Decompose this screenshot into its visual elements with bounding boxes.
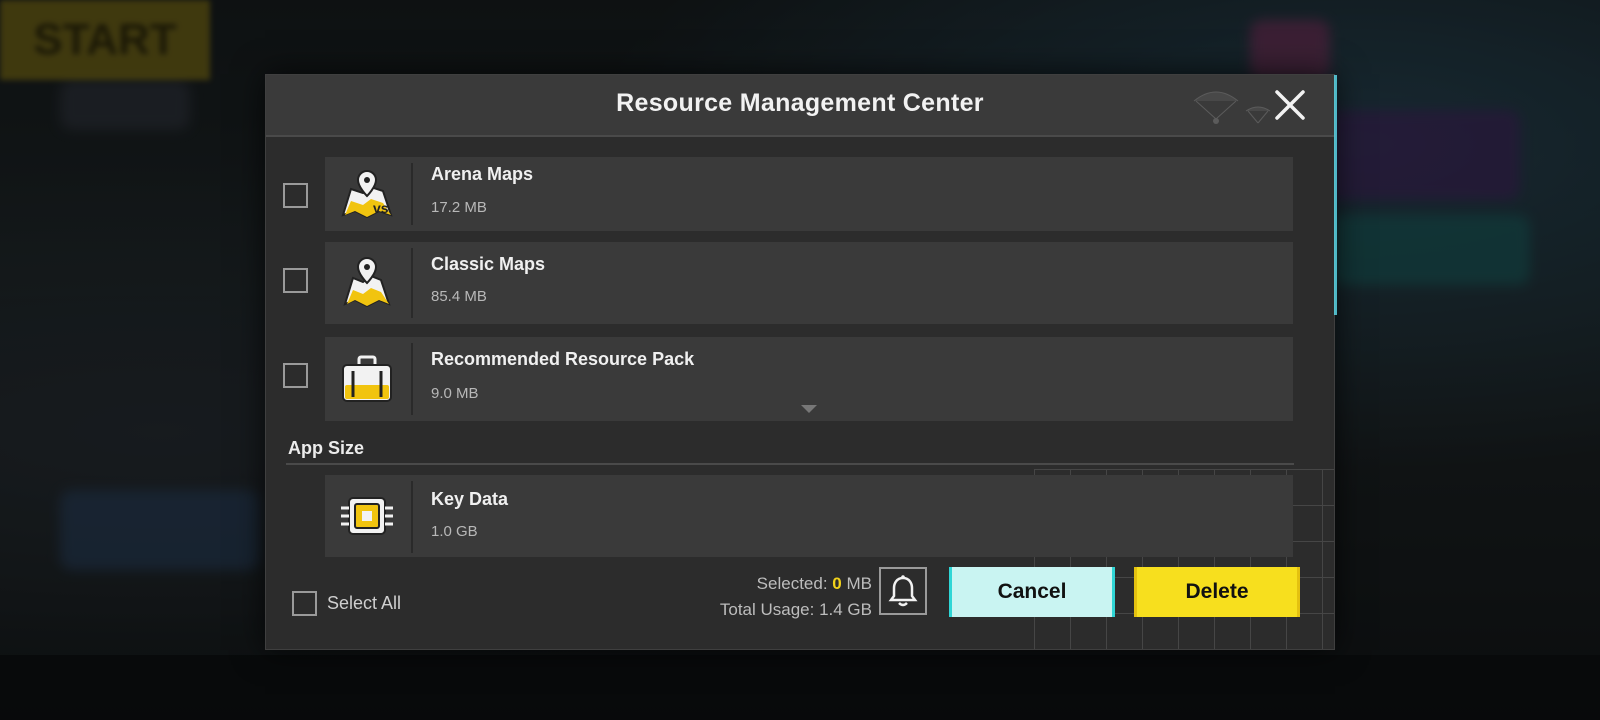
dialog-header: Resource Management Center: [266, 75, 1334, 137]
resource-size: 17.2 MB: [431, 199, 487, 216]
arena-maps-checkbox[interactable]: [283, 183, 308, 208]
selected-value: 0: [832, 574, 842, 593]
close-icon[interactable]: [1272, 87, 1308, 123]
briefcase-icon: [342, 355, 392, 402]
resource-card[interactable]: vs Arena Maps 17.2 MB: [325, 157, 1293, 231]
card-separator: [411, 481, 413, 553]
arena-map-icon: vs: [341, 169, 393, 219]
resource-size: 1.0 GB: [431, 523, 478, 540]
chip-icon: [341, 497, 393, 535]
resource-row-arena-maps: vs Arena Maps 17.2 MB: [266, 157, 1334, 237]
resource-management-dialog: Resource Management Center vs Arena Maps: [265, 74, 1337, 650]
scroll-down-indicator-icon: [801, 405, 817, 413]
notification-button[interactable]: [879, 567, 927, 615]
dialog-title: Resource Management Center: [616, 89, 984, 117]
bell-icon: [888, 575, 918, 607]
resource-size: 85.4 MB: [431, 288, 487, 305]
dialog-edge-accent: [1334, 75, 1337, 315]
selected-line: Selected: 0 MB: [686, 571, 872, 597]
select-all-checkbox[interactable]: [292, 591, 317, 616]
resource-name: Key Data: [431, 489, 509, 509]
resource-row-recommended-pack: Recommended Resource Pack 9.0 MB: [266, 337, 1334, 421]
resource-name: Recommended Resource Pack: [431, 349, 695, 369]
cancel-button[interactable]: Cancel: [949, 567, 1115, 617]
key-data-row: Key Data 1.0 GB: [266, 475, 1334, 557]
resource-size: 9.0 MB: [431, 385, 479, 402]
delete-button[interactable]: Delete: [1134, 567, 1300, 617]
select-all-label[interactable]: Select All: [327, 593, 401, 614]
resource-card: Key Data 1.0 GB: [325, 475, 1293, 557]
usage-stats: Selected: 0 MB Total Usage: 1.4 GB: [686, 571, 872, 623]
total-usage: Total Usage: 1.4 GB: [719, 600, 872, 619]
selected-label: Selected:: [756, 574, 828, 593]
classic-maps-checkbox[interactable]: [283, 268, 308, 293]
classic-map-icon: [343, 256, 391, 308]
resource-card[interactable]: Classic Maps 85.4 MB: [325, 242, 1293, 324]
resource-row-classic-maps: Classic Maps 85.4 MB: [266, 242, 1334, 324]
card-separator: [411, 343, 413, 415]
card-separator: [411, 248, 413, 318]
app-size-heading: App Size: [288, 438, 365, 458]
selected-unit: MB: [846, 574, 873, 593]
svg-text:vs: vs: [373, 200, 389, 216]
recommended-pack-checkbox[interactable]: [283, 363, 308, 388]
section-divider: [286, 463, 1294, 465]
resource-name: Classic Maps: [431, 254, 546, 274]
resource-name: Arena Maps: [431, 164, 534, 184]
card-separator: [411, 163, 413, 225]
